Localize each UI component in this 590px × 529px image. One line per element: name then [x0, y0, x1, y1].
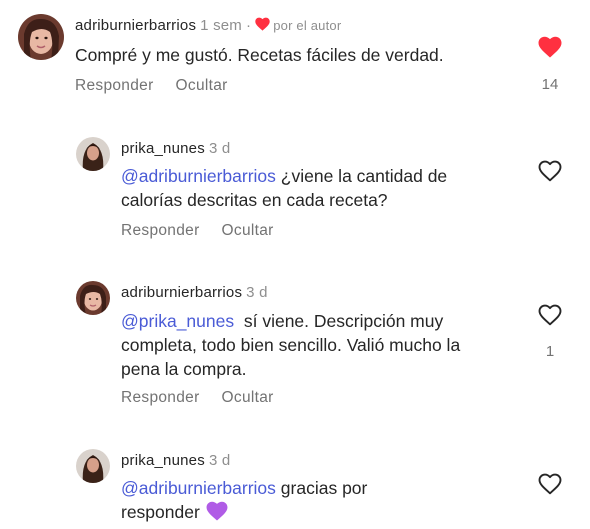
comment-body: Compré y me gustó. Recetas fáciles de ve…	[75, 45, 444, 65]
comment-text: @prika_nunes sí viene. Descripción muy c…	[121, 309, 501, 381]
purple-heart-emoji-icon	[206, 501, 228, 521]
avatar[interactable]	[18, 14, 64, 60]
comment-actions: Responder Ocultar	[75, 77, 228, 95]
separator-dot: ·	[246, 17, 252, 34]
mention-link[interactable]: @prika_nunes	[121, 311, 234, 331]
avatar-photo	[18, 14, 64, 60]
comment-text: Compré y me gustó. Recetas fáciles de ve…	[75, 43, 515, 67]
like-button[interactable]	[538, 473, 564, 497]
comment-meta: adriburnierbarrios 1 sem · por el autor	[75, 17, 341, 35]
hide-button[interactable]: Ocultar	[222, 389, 274, 406]
avatar[interactable]	[76, 281, 110, 315]
heart-outline-icon	[538, 473, 562, 495]
comment-username[interactable]: adriburnierbarrios	[121, 284, 242, 301]
like-button[interactable]	[538, 36, 564, 60]
comment-text: @adriburnierbarrios gracias por responde…	[121, 476, 421, 524]
comment-username[interactable]: adriburnierbarrios	[75, 17, 196, 34]
reply-button[interactable]: Responder	[121, 389, 200, 406]
comment-meta: adriburnierbarrios 3 d	[121, 284, 268, 302]
author-liked-label: por el autor	[273, 18, 342, 33]
heart-outline-icon	[538, 304, 562, 326]
comment-time: 3 d	[208, 452, 231, 469]
avatar-photo	[76, 281, 110, 315]
comment-time: 3 d	[246, 284, 268, 301]
avatar-photo	[76, 449, 110, 483]
avatar[interactable]	[76, 137, 110, 171]
comment-username[interactable]: prika_nunes	[121, 452, 205, 469]
comment-3: adriburnierbarrios 3 d @prika_nunes sí vi…	[0, 268, 590, 418]
like-button[interactable]	[538, 160, 564, 184]
heart-filled-icon	[538, 36, 562, 58]
like-count: 14	[541, 76, 559, 93]
like-count: 1	[545, 343, 555, 360]
comment-text: @adriburnierbarrios ¿viene la cantidad d…	[121, 164, 511, 212]
hide-button[interactable]: Ocultar	[176, 77, 228, 94]
comment-2: prika_nunes 3 d @adriburnierbarrios ¿vien…	[0, 130, 590, 245]
comment-actions: Responder Ocultar	[121, 222, 274, 240]
mention-link[interactable]: @adriburnierbarrios	[121, 478, 276, 498]
comment-1: adriburnierbarrios 1 sem · por el autor Com…	[0, 0, 590, 110]
avatar-photo	[76, 137, 110, 171]
heart-outline-icon	[538, 160, 562, 182]
mention-link[interactable]: @adriburnierbarrios	[121, 166, 276, 186]
reply-button[interactable]: Responder	[121, 222, 200, 239]
comment-time: 1 sem	[200, 17, 243, 34]
comment-4: prika_nunes 3 d @adriburnierbarrios graci…	[0, 440, 590, 529]
comment-meta: prika_nunes 3 d	[121, 140, 230, 158]
like-button[interactable]	[538, 304, 564, 328]
comment-actions: Responder Ocultar	[121, 389, 274, 407]
author-liked-heart-icon	[255, 17, 270, 31]
comment-meta: prika_nunes 3 d	[121, 452, 230, 470]
hide-button[interactable]: Ocultar	[222, 222, 274, 239]
reply-button[interactable]: Responder	[75, 77, 154, 94]
avatar[interactable]	[76, 449, 110, 483]
comment-username[interactable]: prika_nunes	[121, 140, 205, 157]
comment-time: 3 d	[208, 140, 231, 157]
